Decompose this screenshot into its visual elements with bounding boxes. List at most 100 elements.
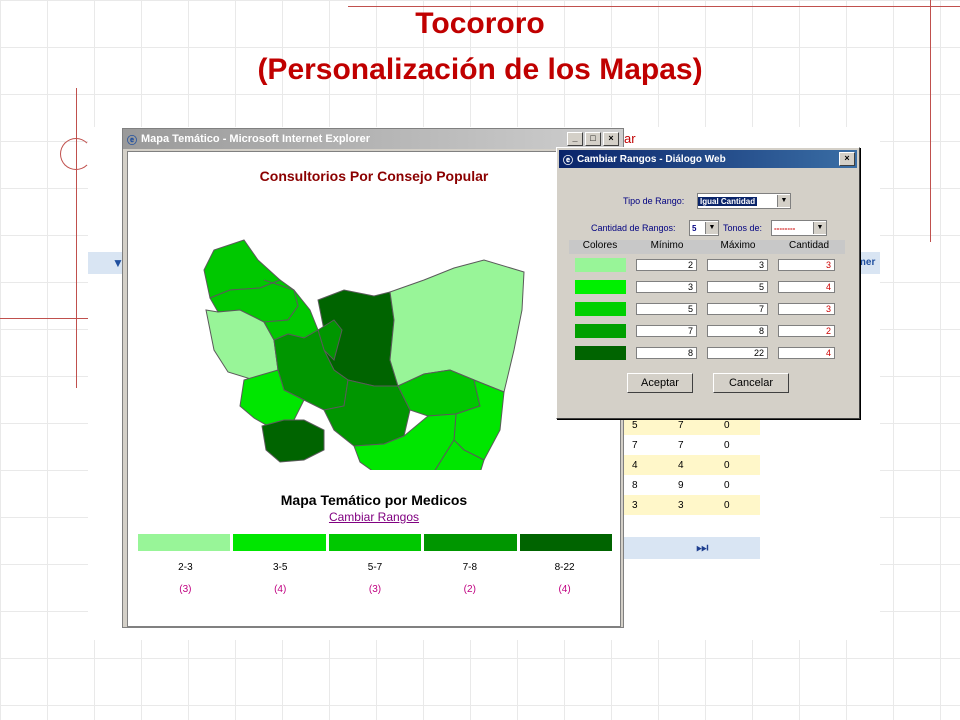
table-cell: 4 [632,459,638,471]
table-cell: 7 [632,439,638,451]
legend-count-label: (4) [558,584,571,595]
range-max-input[interactable]: 7 [707,303,768,315]
range-min-input[interactable]: 7 [636,325,697,337]
ie-window-title: Mapa Temático - Microsoft Internet Explo… [141,133,371,145]
cancel-button[interactable]: Cancelar [713,373,789,393]
chevron-down-icon[interactable]: ▼ [777,195,790,207]
map-region [389,259,525,393]
range-row: 233 [575,258,845,272]
table-cell: 9 [678,479,684,491]
range-max-input[interactable]: 3 [707,259,768,271]
slide-rule-left [76,88,77,388]
minimize-button[interactable]: _ [567,132,583,146]
maximize-button[interactable]: □ [585,132,601,146]
legend-count-label: (3) [368,584,382,595]
background-table: 5 7 0 7 7 0 4 4 0 8 9 0 3 3 0 [622,415,760,515]
legend-swatch [233,534,326,551]
chevron-down-icon[interactable]: ▼ [813,222,826,234]
cantidad-rangos-value: 5 [692,223,697,233]
table-row: 4 4 0 [622,455,760,475]
table-cell: 3 [632,499,638,511]
ranges-table-header: Colores Mínimo Máximo Cantidad [569,240,845,254]
range-max-input[interactable]: 5 [707,281,768,293]
range-color-swatch[interactable] [575,280,627,294]
legend-range-label: 7-8 [462,562,478,573]
range-max-input[interactable]: 22 [707,347,768,359]
range-min-input[interactable]: 3 [636,281,697,293]
range-row: 8 22 4 [575,346,845,360]
background-partial-text-top: ar [624,131,636,146]
range-color-swatch[interactable] [575,324,627,338]
chevron-down-icon[interactable]: ▼ [705,222,718,234]
legend-counts: (3) (4) (3) (2) (4) [138,584,612,595]
legend-title: Mapa Temático por Medicos [280,492,468,508]
range-max-input[interactable]: 8 [707,325,768,337]
slide-rule-left-h [0,318,88,319]
cantidad-rangos-label: Cantidad de Rangos: [591,223,676,233]
thematic-map [203,239,525,470]
table-cell: 0 [724,479,730,491]
range-row: 782 [575,324,845,338]
map-title: Consultorios Por Consejo Popular [259,168,489,184]
slide-subtitle: (Personalización de los Mapas) [257,53,703,86]
range-row: 573 [575,302,845,316]
ie-content: Consultorios Por Consejo Popular Mapa Te… [127,151,621,627]
col-cantidad: Cantidad [788,240,830,251]
legend-bar [138,534,613,551]
legend-count-label: (2) [463,584,476,595]
change-ranges-link[interactable]: Cambiar Rangos [128,510,620,524]
range-min-input[interactable]: 8 [636,347,697,359]
legend-swatch [424,534,517,551]
ie-logo-icon: ⓔ [127,135,137,147]
cantidad-rangos-select[interactable]: 5 ▼ [689,220,719,236]
accept-button[interactable]: Aceptar [627,373,693,393]
table-cell: 4 [678,459,684,471]
ie-titlebar: ⓔ Mapa Temático - Microsoft Internet Exp… [123,129,623,149]
legend-count-label: (3) [179,584,192,595]
slide-title: Tocororo [415,7,545,40]
legend-count-label: (4) [274,584,287,595]
last-page-icon[interactable]: ⏭ [696,539,709,556]
legend-swatch [328,534,422,551]
dialog-titlebar: ⓔ Cambiar Rangos - Diálogo Web × [559,150,857,168]
tipo-rango-value: Igual Cantidad [698,196,758,206]
table-cell: 3 [678,499,684,511]
table-cell: 0 [724,439,730,451]
legend-range-label: 3-5 [272,562,288,573]
tonos-label: Tonos de: [723,223,763,233]
legend-ranges: 2-3 3-5 5-7 7-8 8-22 [138,562,612,573]
table-cell: 5 [632,419,638,431]
table-cell: 0 [724,499,730,511]
range-count-input[interactable]: 4 [777,347,835,359]
range-count-input[interactable]: 3 [777,303,835,315]
tipo-rango-label: Tipo de Rango: [623,196,685,206]
legend-range-label: 2-3 [178,562,193,573]
range-min-input[interactable]: 5 [636,303,697,315]
range-color-swatch[interactable] [575,258,627,272]
tonos-select[interactable]: -------- ▼ [771,220,827,236]
map-region [261,419,325,463]
table-cell: 0 [724,459,730,471]
table-row: 7 7 0 [622,435,760,455]
dialog-title: Cambiar Rangos - Diálogo Web [577,153,726,165]
dialog-close-button[interactable]: × [839,152,855,166]
range-count-input[interactable]: 2 [777,325,835,337]
table-cell: 0 [724,419,730,431]
col-maximo: Máximo [720,240,756,251]
range-min-input[interactable]: 2 [636,259,697,271]
range-color-swatch[interactable] [575,346,627,360]
table-cell: 7 [678,419,684,431]
change-ranges-dialog: ⓔ Cambiar Rangos - Diálogo Web × Tipo de… [556,147,860,419]
legend-swatch [138,534,231,551]
range-count-input[interactable]: 4 [777,281,835,293]
ie-logo-icon: ⓔ [563,155,573,167]
legend-range-label: 8-22 [554,562,575,573]
range-color-swatch[interactable] [575,302,627,316]
range-row: 354 [575,280,845,294]
close-button[interactable]: × [603,132,619,146]
tipo-rango-select[interactable]: Igual Cantidad ▼ [697,193,791,209]
range-count-input[interactable]: 3 [777,259,835,271]
table-row: 3 3 0 [622,495,760,515]
legend-range-label: 5-7 [367,562,383,573]
col-colores: Colores [582,240,618,251]
